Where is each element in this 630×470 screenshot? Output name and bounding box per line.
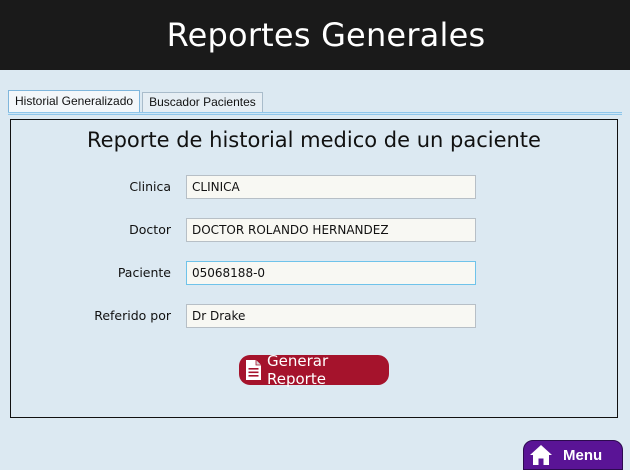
document-icon (245, 359, 262, 381)
page-title: Reportes Generales (166, 16, 486, 54)
menu-label: Menu (563, 446, 603, 464)
tab-bar: Historial Generalizado Buscador Paciente… (8, 90, 265, 112)
paciente-field[interactable]: 05068188-0 (186, 261, 476, 285)
tab-buscador-pacientes[interactable]: Buscador Pacientes (142, 92, 263, 112)
home-icon (529, 444, 553, 466)
referido-label: Referido por (94, 308, 171, 323)
clinica-field[interactable]: CLINICA (186, 175, 476, 199)
generar-reporte-button[interactable]: Generar Reporte (239, 352, 389, 388)
panel-title: Reporte de historial medico de un pacien… (87, 128, 541, 152)
generar-reporte-label: Generar Reporte (267, 352, 329, 388)
paciente-label: Paciente (117, 265, 171, 280)
report-panel: Reporte de historial medico de un pacien… (10, 119, 618, 418)
referido-field[interactable]: Dr Drake (186, 304, 476, 328)
doctor-label: Doctor (129, 222, 171, 237)
header-bar: Reportes Generales (0, 0, 630, 70)
tab-historial-generalizado[interactable]: Historial Generalizado (8, 90, 141, 112)
menu-button[interactable]: Menu (523, 440, 623, 470)
doctor-field[interactable]: DOCTOR ROLANDO HERNANDEZ (186, 218, 476, 242)
tab-strip-divider (8, 112, 622, 115)
clinica-label: Clinica (129, 179, 171, 194)
